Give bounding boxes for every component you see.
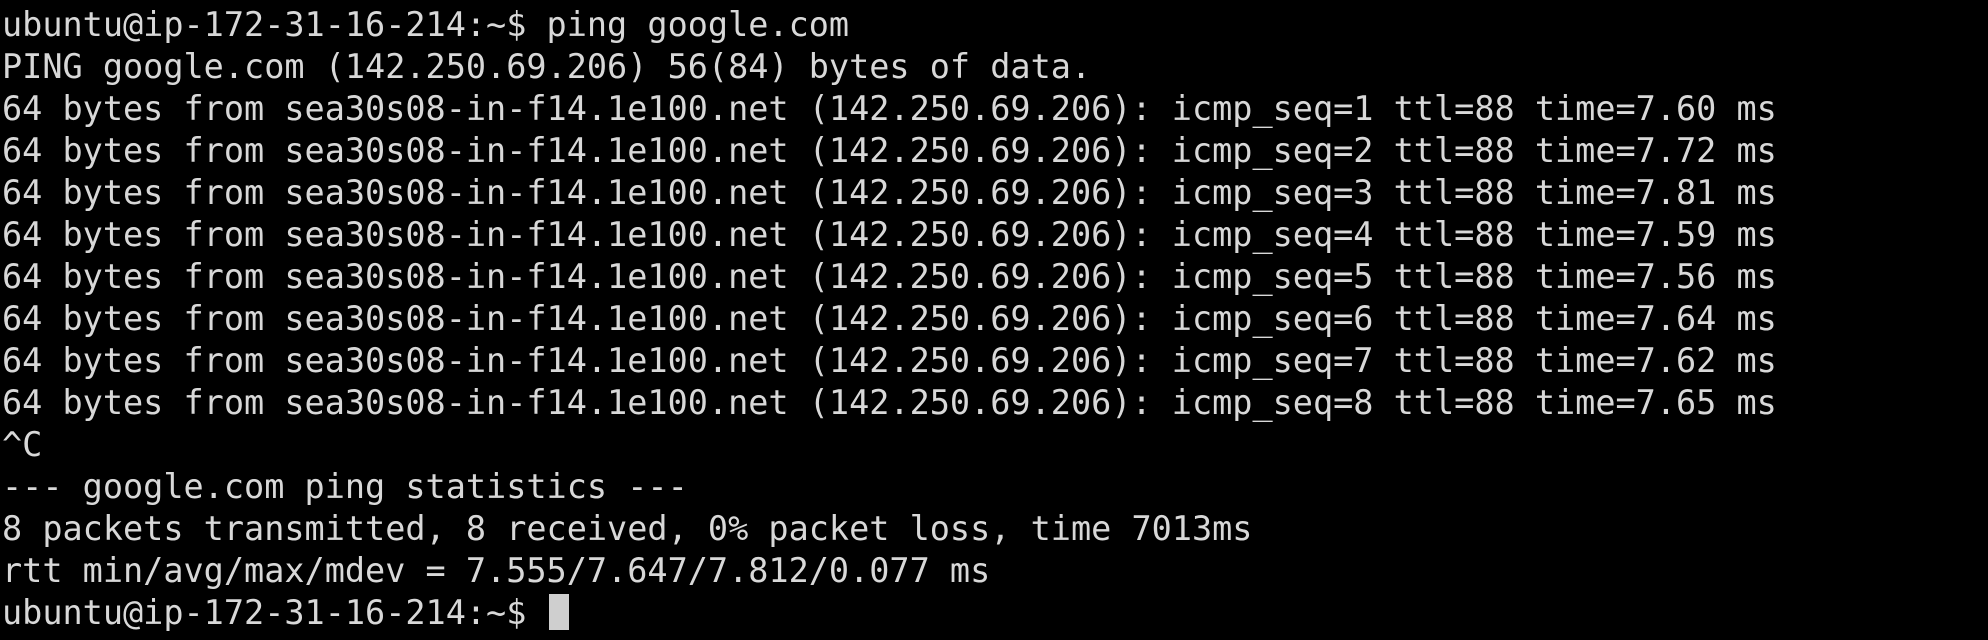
terminal-line-reply: 64 bytes from sea30s08-in-f14.1e100.net … xyxy=(2,299,1777,338)
terminal-line-reply: 64 bytes from sea30s08-in-f14.1e100.net … xyxy=(2,173,1777,212)
text-cursor xyxy=(548,594,569,630)
terminal-window[interactable]: ubuntu@ip-172-31-16-214:~$ ping google.c… xyxy=(0,0,1988,640)
terminal-line-rtt-summary: rtt min/avg/max/mdev = 7.555/7.647/7.812… xyxy=(2,551,991,590)
terminal-line-reply: 64 bytes from sea30s08-in-f14.1e100.net … xyxy=(2,383,1777,422)
terminal-line-reply: 64 bytes from sea30s08-in-f14.1e100.net … xyxy=(2,257,1777,296)
terminal-line-packet-summary: 8 packets transmitted, 8 received, 0% pa… xyxy=(2,509,1253,548)
terminal-line-reply: 64 bytes from sea30s08-in-f14.1e100.net … xyxy=(2,131,1777,170)
terminal-prompt-line[interactable]: ubuntu@ip-172-31-16-214:~$ xyxy=(2,592,1988,634)
terminal-line-ping-header: PING google.com (142.250.69.206) 56(84) … xyxy=(2,47,1092,86)
terminal-line-command: ubuntu@ip-172-31-16-214:~$ ping google.c… xyxy=(2,5,850,44)
terminal-line-reply: 64 bytes from sea30s08-in-f14.1e100.net … xyxy=(2,341,1777,380)
terminal-line-reply: 64 bytes from sea30s08-in-f14.1e100.net … xyxy=(2,89,1777,128)
terminal-line-reply: 64 bytes from sea30s08-in-f14.1e100.net … xyxy=(2,215,1777,254)
terminal-line-interrupt: ^C xyxy=(2,425,43,464)
terminal-line-stats-header: --- google.com ping statistics --- xyxy=(2,467,688,506)
prompt-text: ubuntu@ip-172-31-16-214:~$ xyxy=(2,593,547,632)
